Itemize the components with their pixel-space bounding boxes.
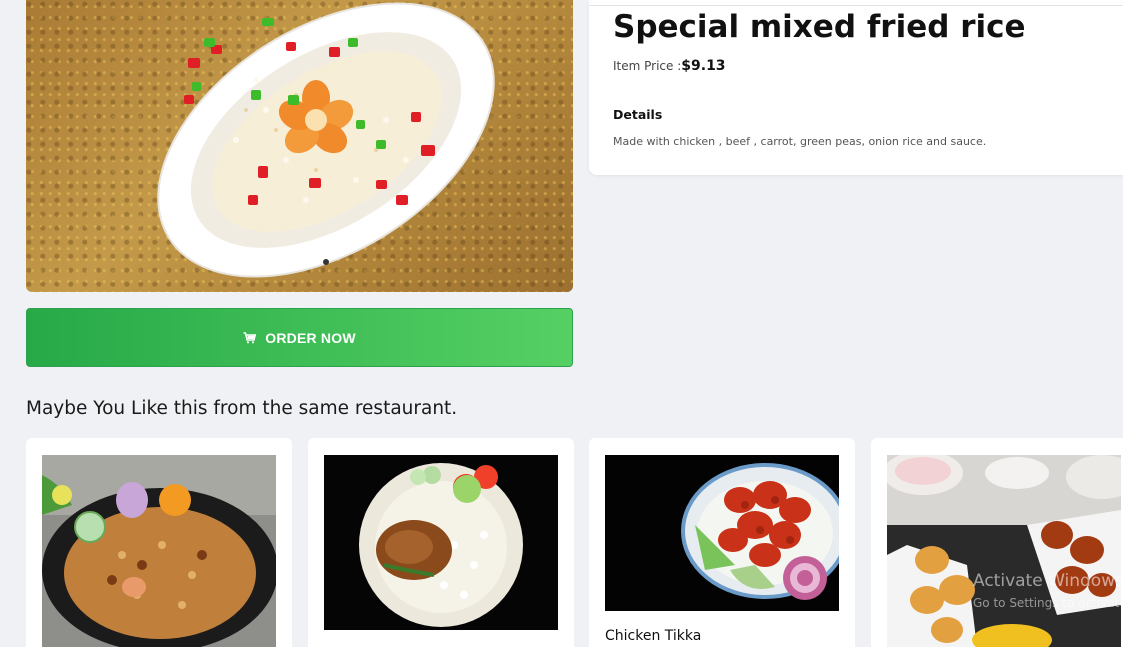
recommendation-name: Chicken Tikka <box>605 628 702 644</box>
recommendation-card[interactable] <box>308 438 574 647</box>
details-heading: Details <box>613 107 663 122</box>
recommendation-card[interactable] <box>26 438 292 647</box>
carousel-dot-active[interactable] <box>323 259 329 265</box>
cart-icon <box>243 331 257 343</box>
chicken-rice-plate-photo <box>324 455 558 630</box>
chicken-tikka-photo <box>605 455 839 611</box>
recommendations-heading: Maybe You Like this from the same restau… <box>26 398 458 419</box>
product-title: Special mixed fried rice <box>613 9 1026 45</box>
fried-chicken-photo <box>887 455 1121 647</box>
os-activation-watermark: Activate Windows <box>973 571 1123 591</box>
order-now-button[interactable]: ORDER NOW <box>26 308 573 367</box>
recommendation-card[interactable]: Chicken Tikka <box>589 438 855 647</box>
order-now-label: ORDER NOW <box>265 329 356 346</box>
product-page: ORDER NOW Special mixed fried rice Item … <box>0 0 1123 647</box>
recommendation-card[interactable] <box>871 438 1123 647</box>
os-activation-watermark-subtext: Go to Settings to activate Windows. <box>973 596 1123 610</box>
product-image[interactable] <box>26 0 573 292</box>
details-description: Made with chicken , beef , carrot, green… <box>613 135 987 148</box>
fried-rice-plate-illustration <box>157 2 495 278</box>
biryani-photo <box>42 455 276 647</box>
price-value: $9.13 <box>681 58 726 74</box>
divider <box>589 5 1123 6</box>
price-label: Item Price : <box>613 59 682 73</box>
price-row: Item Price :$9.13 <box>613 55 726 74</box>
